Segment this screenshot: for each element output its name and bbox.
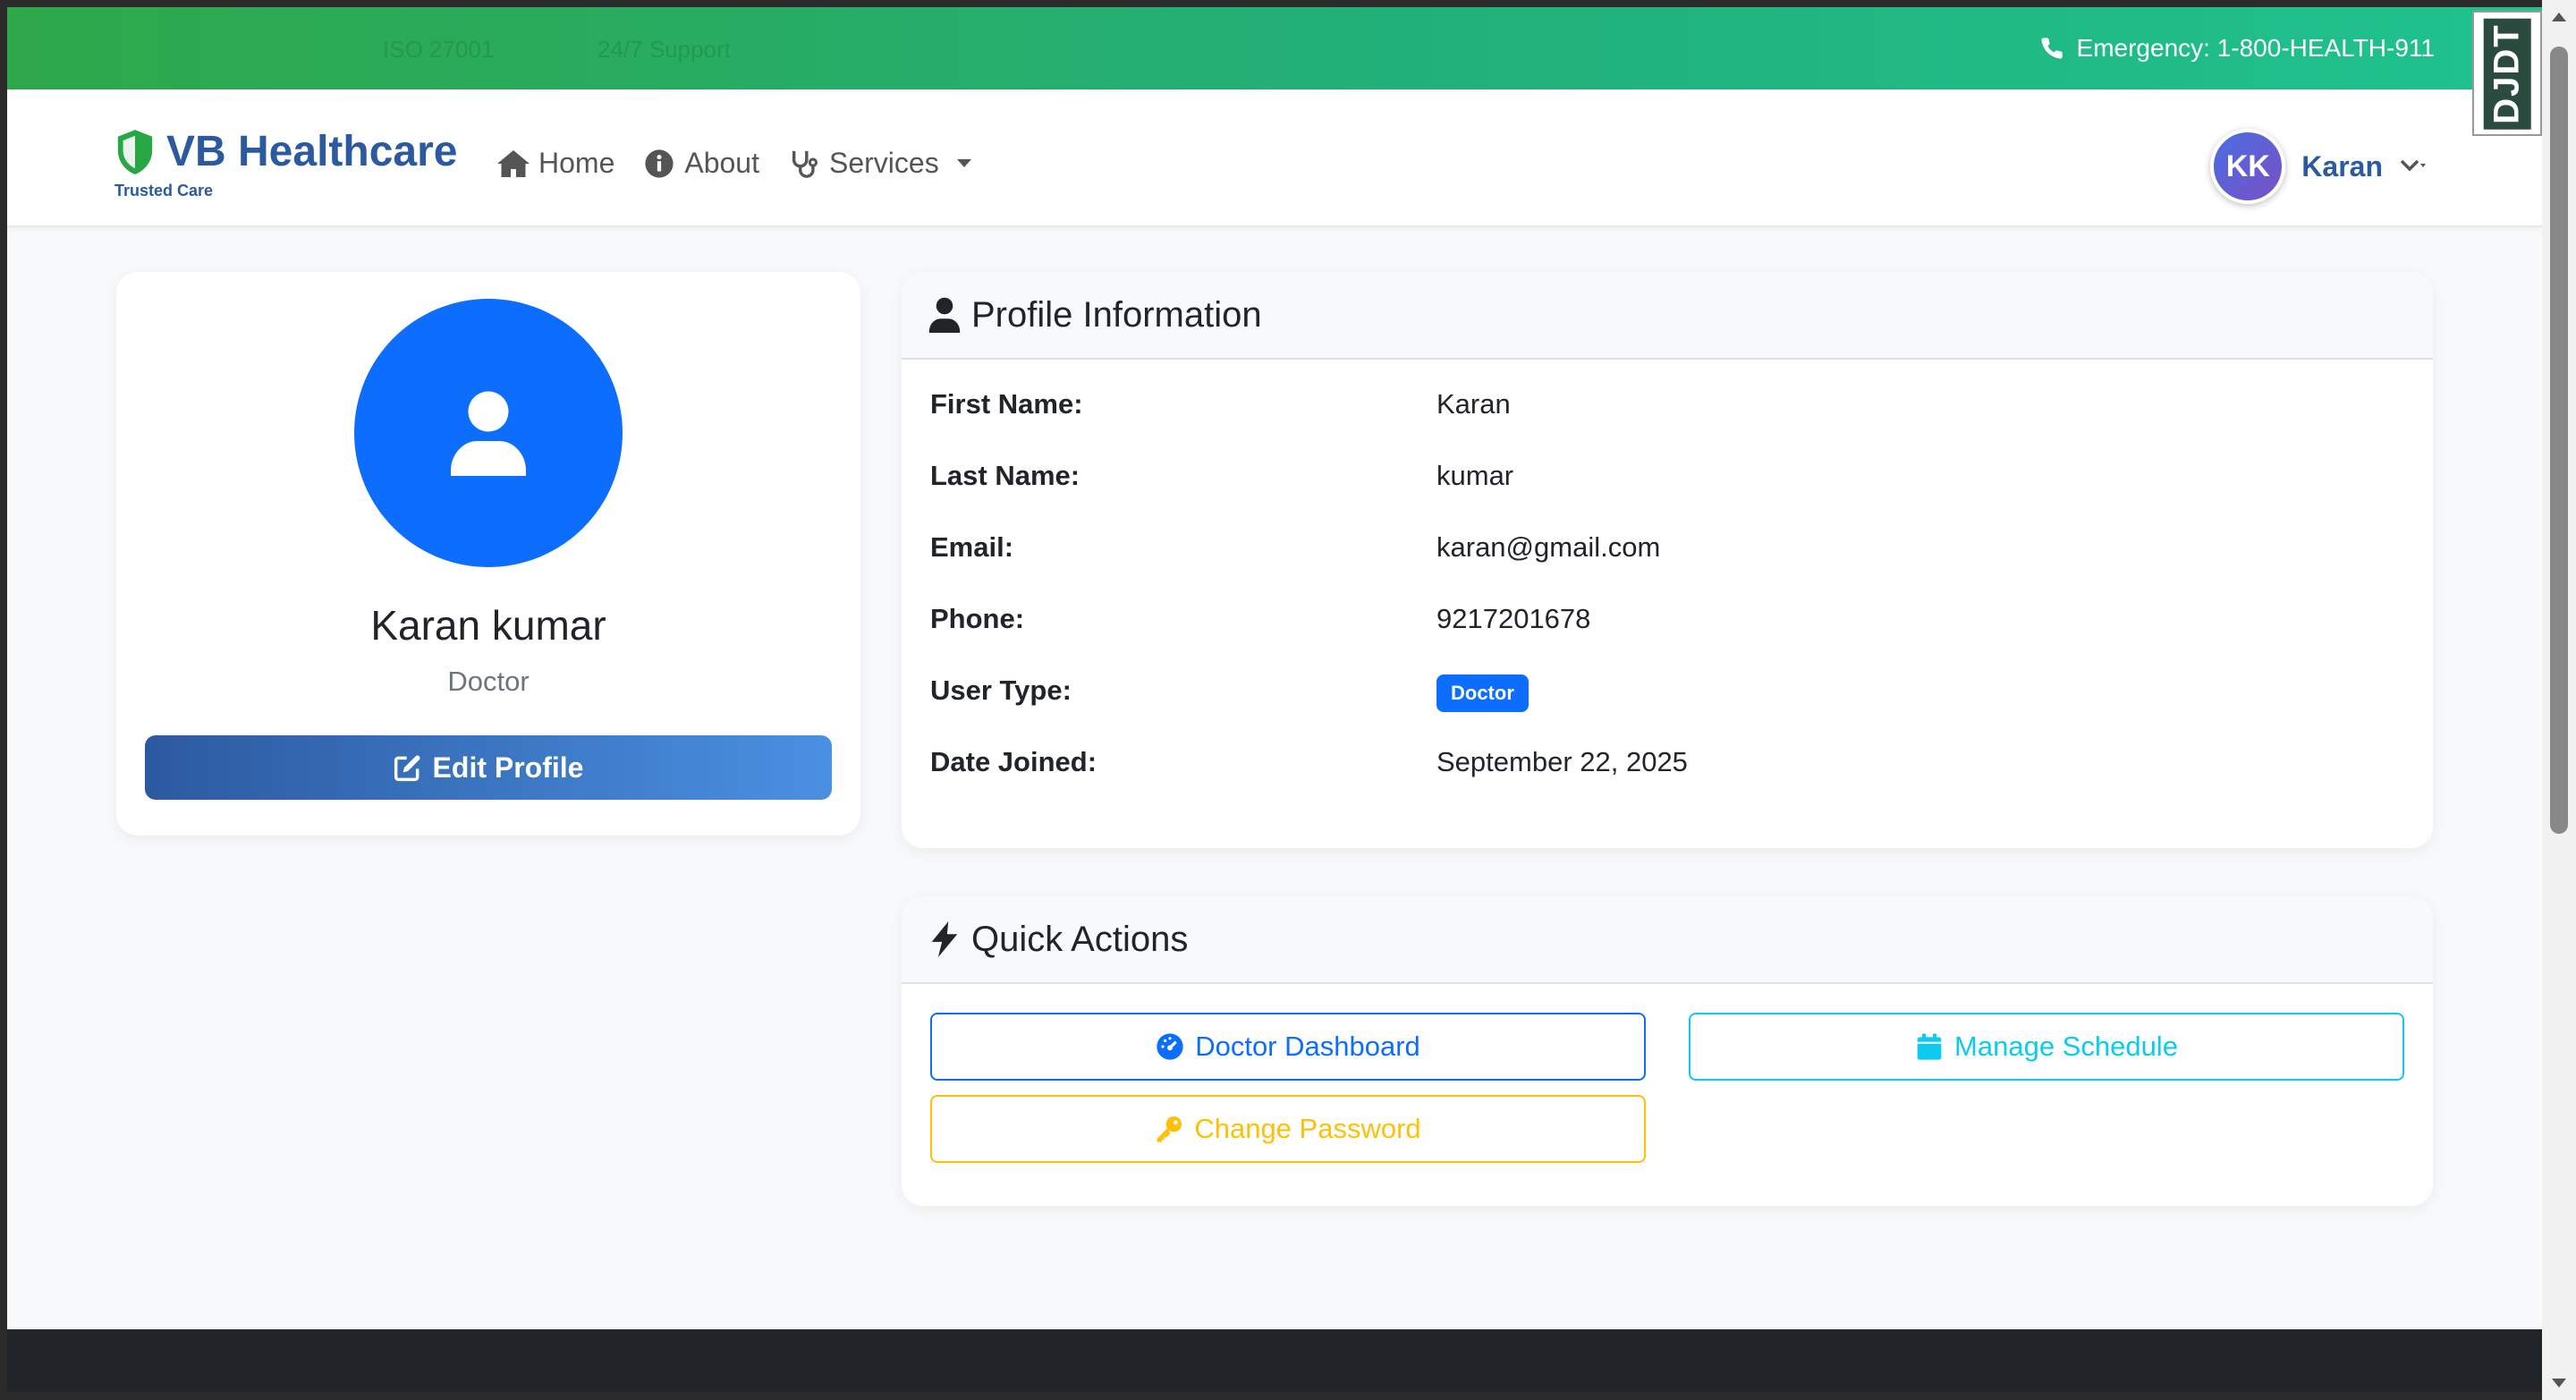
debug-toolbar-label: DJDT xyxy=(2483,17,2531,130)
user-avatar: KK xyxy=(2210,129,2286,204)
info-value: September 22, 2025 xyxy=(1436,746,1688,777)
edit-icon xyxy=(394,755,420,782)
stethoscope-icon xyxy=(792,150,818,178)
emergency-contact[interactable]: Emergency: 1-800-HEALTH-911 xyxy=(2039,34,2435,63)
info-label: Phone: xyxy=(930,603,1025,634)
user-name: Karan xyxy=(2301,149,2383,182)
main-navbar: VB Healthcare Trusted Care Home About Se… xyxy=(7,89,2542,227)
debug-toolbar-handle[interactable]: DJDT xyxy=(2472,11,2542,136)
info-label: Last Name: xyxy=(930,460,1080,491)
doctor-dashboard-label: Doctor Dashboard xyxy=(1195,1031,1420,1062)
user-menu[interactable]: KK Karan xyxy=(2210,129,2426,204)
profile-summary-card: Karan kumar Doctor Edit Profile xyxy=(116,272,860,836)
manage-schedule-label: Manage Schedule xyxy=(1954,1031,2178,1062)
manage-schedule-button[interactable]: Manage Schedule xyxy=(1689,1013,2404,1081)
scroll-down-icon[interactable] xyxy=(2552,1379,2566,1387)
page-viewport: ISO 27001 24/7 Support Emergency: 1-800-… xyxy=(7,7,2542,1392)
brand-name: VB Healthcare xyxy=(166,128,458,175)
scrollbar-thumb[interactable] xyxy=(2550,47,2568,834)
bolt-icon xyxy=(931,921,958,957)
edit-profile-button[interactable]: Edit Profile xyxy=(145,735,832,800)
nav-links: Home About Services xyxy=(497,147,971,180)
scroll-up-icon[interactable] xyxy=(2552,13,2566,21)
profile-information-card: Profile Information First Name: Karan La… xyxy=(902,272,2433,848)
user-icon xyxy=(928,297,961,333)
home-icon xyxy=(497,149,530,177)
change-password-label: Change Password xyxy=(1194,1113,1421,1144)
info-value: kumar xyxy=(1436,460,1514,491)
info-value: Karan xyxy=(1436,388,1511,420)
info-value: karan@gmail.com xyxy=(1436,531,1661,563)
info-row-first-name: First Name: Karan xyxy=(930,388,2397,460)
info-label: First Name: xyxy=(930,388,1083,420)
brand-tagline: Trusted Care xyxy=(114,182,214,199)
info-row-user-type: User Type: Doctor xyxy=(930,675,2397,746)
shield-icon xyxy=(117,129,153,174)
profile-information-header: Profile Information xyxy=(902,272,2433,360)
topbar-faint-item: 24/7 Support xyxy=(597,36,731,63)
key-icon xyxy=(1157,1116,1182,1142)
quick-actions-title: Quick Actions xyxy=(971,919,1189,959)
brand-logo[interactable]: VB Healthcare Trusted Care xyxy=(114,127,457,200)
profile-role: Doctor xyxy=(447,666,530,697)
edit-profile-label: Edit Profile xyxy=(432,751,584,784)
caret-down-icon xyxy=(956,159,971,167)
emergency-topbar: ISO 27001 24/7 Support Emergency: 1-800-… xyxy=(7,7,2542,89)
quick-actions-header: Quick Actions xyxy=(902,896,2433,984)
chevron-down-icon xyxy=(2400,159,2426,172)
nav-about[interactable]: About xyxy=(643,147,759,180)
gauge-icon xyxy=(1157,1033,1183,1060)
user-icon xyxy=(451,391,526,476)
doctor-dashboard-button[interactable]: Doctor Dashboard xyxy=(930,1013,1646,1081)
nav-home-label: Home xyxy=(538,147,615,179)
info-icon xyxy=(645,148,674,178)
nav-home[interactable]: Home xyxy=(497,147,614,180)
nav-about-label: About xyxy=(684,147,759,179)
profile-information-title: Profile Information xyxy=(971,294,1262,335)
page-scrollbar[interactable] xyxy=(2542,0,2576,1400)
user-type-badge: Doctor xyxy=(1436,675,1529,712)
info-row-email: Email: karan@gmail.com xyxy=(930,531,2397,603)
info-row-phone: Phone: 9217201678 xyxy=(930,603,2397,675)
topbar-faint-item: ISO 27001 xyxy=(383,36,495,63)
nav-services-label: Services xyxy=(828,147,939,179)
phone-icon xyxy=(2040,38,2063,59)
change-password-button[interactable]: Change Password xyxy=(930,1095,1646,1163)
info-row-last-name: Last Name: kumar xyxy=(930,460,2397,531)
profile-avatar xyxy=(354,299,623,567)
nav-services-dropdown[interactable]: Services xyxy=(788,147,971,180)
calendar-icon xyxy=(1917,1033,1942,1060)
profile-info-list: First Name: Karan Last Name: kumar Email… xyxy=(930,388,2397,818)
info-label: User Type: xyxy=(930,675,1072,706)
info-row-date-joined: Date Joined: September 22, 2025 xyxy=(930,746,2397,818)
info-label: Date Joined: xyxy=(930,746,1097,777)
profile-full-name: Karan kumar xyxy=(370,602,606,649)
page-footer xyxy=(7,1329,2542,1392)
info-value: 9217201678 xyxy=(1436,603,1591,634)
quick-actions-card: Quick Actions Doctor Dashboard Manage Sc… xyxy=(902,896,2433,1206)
info-label: Email: xyxy=(930,531,1014,563)
emergency-text: Emergency: 1-800-HEALTH-911 xyxy=(2076,34,2435,62)
